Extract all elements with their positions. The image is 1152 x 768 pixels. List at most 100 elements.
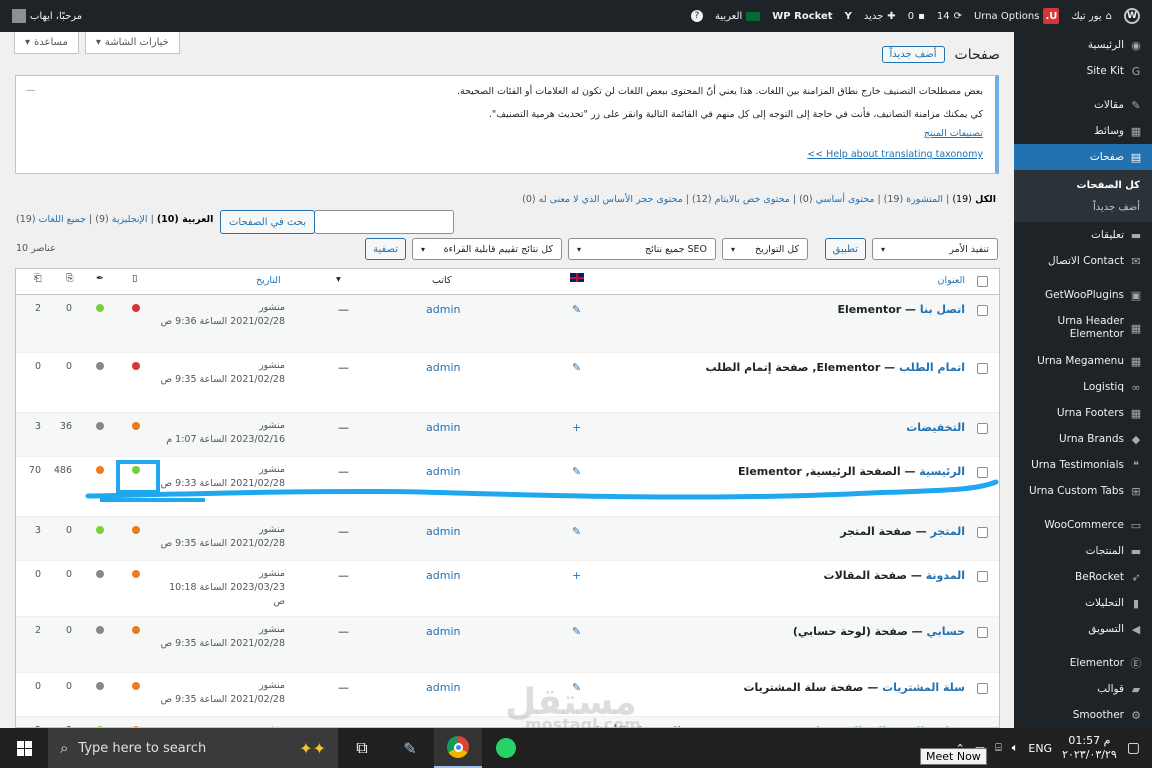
sidebar-item-8[interactable]: ▦ Urna Header Elementor (1014, 308, 1152, 348)
clock[interactable]: 01:57 م ٢٠٢٣/٠٣/٢٩ (1062, 734, 1117, 762)
task-view-button[interactable]: ⧉ (338, 728, 386, 768)
edit-translation-icon[interactable]: ✎ (572, 303, 581, 316)
notifications-icon[interactable]: ▢ (1127, 740, 1140, 756)
updates-menu[interactable]: ⟳ 14 (931, 11, 968, 22)
row-author[interactable]: admin (426, 569, 460, 582)
add-new-button[interactable]: أضف جديداً (881, 46, 945, 63)
help-menu[interactable]: ? (685, 10, 709, 22)
row-title[interactable]: الرئيسية — الصفحة الرئيسية, Elementor (738, 465, 965, 478)
row-checkbox[interactable] (977, 423, 988, 434)
edit-translation-icon[interactable]: ✎ (572, 625, 581, 638)
whatsapp-app[interactable] (482, 728, 530, 768)
search-pages-button[interactable]: بحث في الصفحات (220, 210, 316, 234)
sidebar-item-1[interactable]: G Site Kit (1014, 58, 1152, 84)
dates-select[interactable]: ▾ كل التواريخ (722, 238, 808, 260)
row-title[interactable]: المتجر — صفحة المتجر (840, 525, 965, 538)
lang-all[interactable]: جميع اللغات (19) (16, 214, 86, 225)
filter-orphan[interactable]: محتوى خص بالايتام (12) (692, 194, 790, 205)
sidebar-item-2[interactable]: ✎ مقالات (1014, 92, 1152, 118)
lang-english[interactable]: الإنجليزية (9) (95, 214, 147, 225)
my-account-menu[interactable]: مرحبًا، ايهاب (6, 9, 88, 23)
row-title[interactable]: المدونة — صفحة المقالات (824, 569, 965, 582)
network-icon[interactable]: ⌸ (995, 741, 1002, 755)
sidebar-item-9[interactable]: ▦ Urna Megamenu (1014, 348, 1152, 374)
bulk-actions-select[interactable]: ▾ تنفيذ الأمر (872, 238, 998, 260)
row-title[interactable]: اتمام الطلب — Elementor, صفحة إتمام الطل… (705, 361, 965, 374)
edit-translation-icon[interactable]: ✎ (572, 465, 581, 478)
input-language[interactable]: ENG (1028, 742, 1052, 755)
yoast-menu[interactable]: Y (839, 11, 858, 22)
filter-cornerstone[interactable]: محتوى حجر الأساس الذي لا معنى له (0) (522, 194, 683, 205)
sidebar-item-7[interactable]: ▣ GetWooPlugins (1014, 282, 1152, 308)
search-input[interactable] (314, 210, 454, 234)
paint-app[interactable]: ✎ (386, 728, 434, 768)
sidebar-item-22[interactable]: ⚙ Smoother (1014, 702, 1152, 728)
row-author[interactable]: admin (426, 625, 460, 638)
product-categories-link[interactable]: تصنيفات المنتج (924, 128, 983, 139)
row-author[interactable]: admin (426, 361, 460, 374)
edit-translation-icon[interactable]: ✎ (572, 525, 581, 538)
add-translation-icon[interactable]: + (572, 569, 581, 582)
sidebar-item-20[interactable]: Ⓔ Elementor (1014, 650, 1152, 676)
new-content-menu[interactable]: ✚ جديد (858, 11, 902, 22)
row-checkbox[interactable] (977, 683, 988, 694)
sidebar-item-14[interactable]: ⊞ Urna Custom Tabs (1014, 478, 1152, 504)
submenu-item[interactable]: أضف جديداً (1014, 196, 1152, 218)
readability-select[interactable]: ▾ كل نتائج تقييم قابلية القراءة (412, 238, 562, 260)
filter-published[interactable]: المنشورة (19) (884, 194, 943, 205)
row-checkbox[interactable] (977, 467, 988, 478)
urna-options-menu[interactable]: U. Urna Options (968, 8, 1065, 24)
filter-button[interactable]: تصفية (365, 238, 406, 260)
col-title[interactable]: العنوان (937, 275, 965, 286)
sidebar-item-15[interactable]: ▭ WooCommerce (1014, 512, 1152, 538)
row-author[interactable]: admin (426, 421, 460, 434)
edit-translation-icon[interactable]: ✎ (572, 361, 581, 374)
sidebar-item-21[interactable]: ▰ قوالب (1014, 676, 1152, 702)
row-author[interactable]: admin (426, 681, 460, 694)
row-author[interactable]: admin (426, 303, 460, 316)
lang-arabic[interactable]: العربية (10) (157, 214, 214, 225)
dismiss-icon[interactable]: — (26, 82, 36, 99)
seo-select[interactable]: ▾ جميع نتائج SEO (568, 238, 716, 260)
col-date[interactable]: التاريخ (256, 275, 281, 286)
comments-menu[interactable]: ▪ 0 (902, 11, 931, 22)
sidebar-item-4[interactable]: ▤ صفحات (1014, 144, 1152, 170)
filter-essential[interactable]: محتوى أساسي (0) (799, 194, 874, 205)
help-tab[interactable]: ▾ مساعدة (14, 32, 79, 54)
sidebar-item-18[interactable]: ▮ التحليلات (1014, 590, 1152, 616)
sidebar-item-11[interactable]: ▦ Urna Footers (1014, 400, 1152, 426)
row-checkbox[interactable] (977, 305, 988, 316)
row-checkbox[interactable] (977, 627, 988, 638)
edit-translation-icon[interactable]: ✎ (572, 681, 581, 694)
filter-all[interactable]: الكل (19) (952, 194, 996, 205)
row-author[interactable]: admin (426, 465, 460, 478)
row-title[interactable]: حسابي — صفحة (لوحة حسابي) (793, 625, 965, 638)
taskbar-search[interactable]: ⌕ Type here to search ✦✦ (48, 728, 338, 768)
help-translating-link[interactable]: << Help about translating taxonomy (807, 146, 983, 163)
chrome-app[interactable] (434, 728, 482, 768)
add-translation-icon[interactable]: + (572, 421, 581, 434)
sidebar-item-19[interactable]: ◀ التسويق (1014, 616, 1152, 642)
row-title[interactable]: سلة المشتريات — صفحة سلة المشتريات (744, 681, 966, 694)
sidebar-item-3[interactable]: ▦ وسائط (1014, 118, 1152, 144)
sidebar-item-16[interactable]: ▬ المنتجات (1014, 538, 1152, 564)
row-checkbox[interactable] (977, 571, 988, 582)
sidebar-item-5[interactable]: ▬ تعليقات (1014, 222, 1152, 248)
sidebar-item-0[interactable]: ◉ الرئيسية (1014, 32, 1152, 58)
start-button[interactable] (0, 728, 48, 768)
row-title[interactable]: اتصل بنا — Elementor (837, 303, 965, 316)
row-checkbox[interactable] (977, 363, 988, 374)
sidebar-item-12[interactable]: ◆ Urna Brands (1014, 426, 1152, 452)
sidebar-item-13[interactable]: ❝ Urna Testimonials (1014, 452, 1152, 478)
sidebar-item-6[interactable]: ✉ Contact الاتصال (1014, 248, 1152, 274)
screen-options-tab[interactable]: ▾ خيارات الشاشة (84, 32, 180, 54)
submenu-item[interactable]: كل الصفحات (1014, 174, 1152, 196)
sidebar-item-10[interactable]: ∞ Logistiq (1014, 374, 1152, 400)
wp-rocket-menu[interactable]: WP Rocket (766, 11, 838, 22)
row-author[interactable]: admin (426, 525, 460, 538)
row-title[interactable]: التخفيضات (906, 421, 965, 434)
volume-icon[interactable]: 🔈︎ (1012, 741, 1019, 755)
select-all-checkbox[interactable] (977, 276, 988, 287)
row-checkbox[interactable] (977, 527, 988, 538)
wp-logo-menu[interactable]: W (1118, 8, 1146, 24)
